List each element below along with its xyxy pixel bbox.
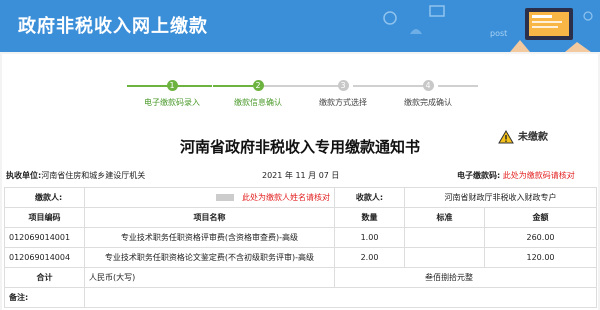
table-row: 012069014004 专业技术职务任职资格论文鉴定费(不含初级职务评审)-高… [4,247,597,268]
table-header-row: 项目编码 项目名称 数量 标准 金额 [4,207,597,228]
total-currency: 人民币(大写) [84,267,335,288]
table-row: 012069014001 专业技术职务任职资格评审费(含资格审查费)-高级 1.… [4,227,597,248]
payee-label: 收款人: [334,187,405,208]
notice-card: 1 电子缴款码录入 2 缴款信息确认 3 缴款方式选择 4 缴款完成确认 未缴款… [2,54,598,310]
payer-note: 此处为缴款人姓名请核对 [242,193,330,202]
item-standard [404,227,485,248]
total-label: 合计 [4,267,85,288]
payer-row: 缴款人: 此处为缴款人姓名请核对 收款人: 河南省财政厅非税收入财政专户 [4,187,597,208]
total-words: 叁佰捌拾元整 [334,267,597,288]
step-label: 缴款方式选择 [319,98,367,107]
step-label: 电子缴款码录入 [144,98,200,107]
item-qty: 2.00 [334,247,405,268]
payment-table: 缴款人: 此处为缴款人姓名请核对 收款人: 河南省财政厅非税收入财政专户 项目编… [4,187,597,308]
item-name: 专业技术职务任职资格评审费(含资格审查费)-高级 [84,227,335,248]
item-name: 专业技术职务任职资格论文鉴定费(不含初级职务评审)-高级 [84,247,335,268]
item-standard [404,247,485,268]
redacted-name [216,194,234,201]
payer-cell: 此处为缴款人姓名请核对 [84,187,335,208]
step-4: 4 缴款完成确认 [383,80,473,108]
step-label: 缴款完成确认 [404,98,452,107]
remarks-value [84,287,597,308]
payee-value: 河南省财政厅非税收入财政专户 [404,187,597,208]
payer-label: 缴款人: [4,187,85,208]
item-amount: 260.00 [484,227,597,248]
item-code: 012069014001 [4,227,85,248]
step-number: 4 [422,80,434,91]
header-qty: 数量 [334,207,405,228]
item-amount: 120.00 [484,247,597,268]
header-amount: 金额 [484,207,597,228]
step-number: 2 [252,80,264,91]
step-2: 2 缴款信息确认 [213,80,303,108]
step-label: 缴款信息确认 [234,98,282,107]
notice-date: 2021 年 11 月 07 日 [262,171,340,180]
header-code: 项目编码 [4,207,85,228]
payment-code-note: 此处为缴款码请核对 [502,171,575,180]
remarks-label: 备注: [4,287,85,308]
item-qty: 1.00 [334,227,405,248]
payment-code-label: 电子缴款码: [457,171,501,180]
item-code: 012069014004 [4,247,85,268]
header-banner: 政府非税收入网上缴款 post [0,0,600,52]
notice-title: 河南省政府非税收入专用缴款通知书 [179,138,420,156]
header-name: 项目名称 [84,207,335,228]
executor-label: 执收单位: [6,171,42,180]
total-row: 合计 人民币(大写) 叁佰捌拾元整 [4,267,597,288]
step-number: 3 [337,80,349,91]
page-title: 政府非税收入网上缴款 [18,16,208,37]
progress-steps: 1 电子缴款码录入 2 缴款信息确认 3 缴款方式选择 4 缴款完成确认 [2,80,598,110]
executor-info: 执收单位:河南省住房和城乡建设厅机关 [6,170,145,181]
header-standard: 标准 [404,207,485,228]
svg-text:post: post [490,29,507,38]
step-3: 3 缴款方式选择 [298,80,388,108]
banner-illustration: post [383,5,593,52]
executor-value: 河南省住房和城乡建设厅机关 [41,171,146,180]
payment-code-info: 电子缴款码: 此处为缴款码请核对 [457,170,575,181]
step-number: 1 [166,80,178,91]
remarks-row: 备注: [4,287,597,308]
step-1: 1 电子缴款码录入 [127,80,217,108]
